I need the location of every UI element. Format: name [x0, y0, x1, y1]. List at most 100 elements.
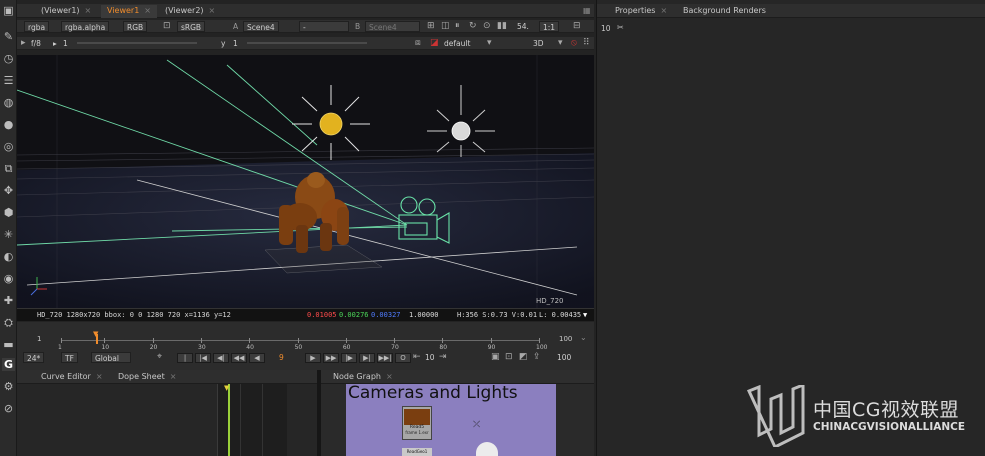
pause-icon[interactable]: ⏸ [455, 21, 460, 32]
split-icon[interactable]: ▮▮ [497, 21, 507, 32]
back-step-button[interactable]: ◀◀ [231, 353, 247, 363]
gamma-slider[interactable] [247, 42, 367, 44]
fstop-arrow-right-icon[interactable]: ▸ [53, 38, 57, 49]
handle-icon[interactable]: ⠿ [583, 38, 590, 49]
zoom-field[interactable]: 54. [517, 21, 529, 32]
export-icon[interactable]: ⇪ [533, 352, 541, 363]
tf-select[interactable]: TF [61, 352, 78, 363]
scope-select[interactable]: Global [91, 352, 131, 363]
playhead-marker-icon[interactable]: ▼ [93, 330, 98, 338]
input-b-select[interactable]: Scene4 [365, 21, 420, 32]
gain-slider[interactable] [77, 42, 197, 44]
alpha-select[interactable]: rgba.alpha [61, 21, 110, 32]
close-icon[interactable]: × [660, 6, 667, 15]
step-back-icon[interactable]: ⇤ [413, 352, 421, 363]
other-icon[interactable]: ▬ [2, 338, 15, 351]
image-icon[interactable]: ▣ [2, 4, 15, 17]
key-icon[interactable]: ⌖ [157, 352, 162, 363]
play-forward-button[interactable]: ▶ [305, 353, 321, 363]
ratio-select[interactable]: 1:1 [539, 21, 560, 32]
transform-icon[interactable]: ✥ [2, 184, 15, 197]
record-icon[interactable]: ⦸ [571, 38, 577, 49]
fstop-value[interactable]: 1 [63, 38, 68, 49]
close-icon[interactable]: × [170, 372, 177, 381]
backdrop-node[interactable]: Cameras and Lights Read5 frame 1.exr Rea… [346, 384, 556, 456]
close-icon[interactable]: × [85, 6, 92, 15]
blend-select[interactable]: - [299, 21, 349, 32]
interactive-icon[interactable]: ◪ [430, 38, 439, 49]
tab-viewer1[interactable]: Viewer1 × [101, 5, 157, 18]
color-icon[interactable]: ◍ [2, 96, 15, 109]
cache-icon[interactable]: ⊡ [505, 352, 513, 363]
max-panels-field[interactable]: 10 [601, 24, 611, 33]
gizmo-icon[interactable]: G [2, 358, 15, 371]
metadata-icon[interactable]: ✚ [2, 294, 15, 307]
light-node[interactable] [476, 442, 498, 456]
close-icon[interactable]: × [96, 372, 103, 381]
draw-icon[interactable]: ✎ [2, 30, 15, 43]
fps-select[interactable]: 24* [23, 352, 45, 363]
help-icon[interactable]: ⊘ [2, 402, 15, 415]
tab-background-renders[interactable]: Background Renders [677, 5, 772, 18]
goto-end-button[interactable]: ▶▶| [377, 353, 393, 363]
deep-icon[interactable]: ◐ [2, 250, 15, 263]
timeline-expand-icon[interactable]: ⌄ [580, 333, 587, 342]
node-graph[interactable]: Cameras and Lights Read5 frame 1.exr Rea… [321, 384, 594, 456]
tab-viewer1-inactive[interactable]: (Viewer1) × [35, 5, 97, 18]
next-key-button[interactable]: |▶ [341, 353, 357, 363]
step-forward-icon[interactable]: ⇥ [439, 352, 447, 363]
settings-icon[interactable]: ⚙ [2, 380, 15, 393]
keyer-icon[interactable]: ◎ [2, 140, 15, 153]
time-icon[interactable]: ◷ [2, 52, 15, 65]
tab-viewer2[interactable]: (Viewer2) × [159, 5, 221, 18]
first-frame-button[interactable]: |◀ [195, 353, 211, 363]
wipe-icon[interactable]: ⊞ [427, 21, 435, 32]
readout-menu-icon[interactable]: ▼ [583, 309, 587, 321]
last-frame-button[interactable]: ▶| [359, 353, 375, 363]
close-icon[interactable]: × [144, 6, 151, 15]
colorspace-select[interactable]: RGB [123, 21, 148, 32]
step-field[interactable]: 10 [425, 352, 435, 363]
current-frame-field[interactable]: 9 [279, 352, 284, 363]
curve-graph[interactable]: ▼ [217, 384, 287, 456]
goto-start-button[interactable]: | [177, 353, 193, 363]
camera-select[interactable]: default [444, 38, 470, 49]
tab-dope-sheet[interactable]: Dope Sheet × [112, 371, 182, 384]
mode-dropdown-icon[interactable]: ▾ [558, 38, 563, 49]
end-frame-field[interactable]: 100 [557, 352, 571, 363]
overlay-icon[interactable]: ◫ [441, 21, 450, 32]
proxy-icon[interactable]: ⊡ [163, 21, 171, 32]
view-mode-select[interactable]: 3D [533, 38, 544, 49]
flipbook-icon[interactable]: ▣ [491, 352, 500, 363]
filter-icon[interactable]: ● [2, 118, 15, 131]
3d-icon[interactable]: ⬢ [2, 206, 15, 219]
tab-properties[interactable]: Properties × [609, 5, 673, 18]
camera-lock-icon[interactable]: ⧈ [415, 38, 421, 49]
toolsets-icon[interactable]: ⛭ [2, 316, 15, 329]
camera-dropdown-icon[interactable]: ▾ [487, 38, 492, 49]
lut-select[interactable]: sRGB [177, 21, 206, 32]
tab-curve-editor[interactable]: Curve Editor × [35, 371, 109, 384]
close-icon[interactable]: × [209, 6, 216, 15]
forward-step-button[interactable]: ▶▶ [323, 353, 339, 363]
close-icon[interactable]: × [386, 372, 393, 381]
lock-icon[interactable]: ⊟ [573, 21, 581, 32]
fstop-arrow-icon[interactable]: ▸ [21, 38, 26, 49]
merge-icon[interactable]: ⧉ [2, 162, 15, 175]
prev-key-button[interactable]: ◀| [213, 353, 229, 363]
channels-select[interactable]: rgba [24, 21, 50, 32]
particles-icon[interactable]: ✳ [2, 228, 15, 241]
roi-icon[interactable]: ⊙ [483, 21, 491, 32]
readgeo-node[interactable]: ReadGeo1 [402, 448, 432, 456]
play-back-button[interactable]: ◀ [249, 353, 265, 363]
3d-viewport[interactable]: HD_720 [17, 55, 594, 308]
read-node[interactable]: Read5 frame 1.exr [402, 406, 432, 440]
input-a-select[interactable]: Scene4 [243, 21, 279, 32]
views-icon[interactable]: ◉ [2, 272, 15, 285]
loop-button[interactable]: O [395, 353, 411, 363]
refresh-icon[interactable]: ↻ [469, 21, 477, 32]
gamma-value[interactable]: 1 [233, 38, 238, 49]
pin-icon[interactable]: ✂ [617, 23, 624, 32]
timeline-ruler[interactable]: ▼ 1 10 20 30 40 50 60 70 80 90 100 [58, 330, 547, 352]
tab-menu-icon[interactable]: ▦ [577, 5, 597, 18]
